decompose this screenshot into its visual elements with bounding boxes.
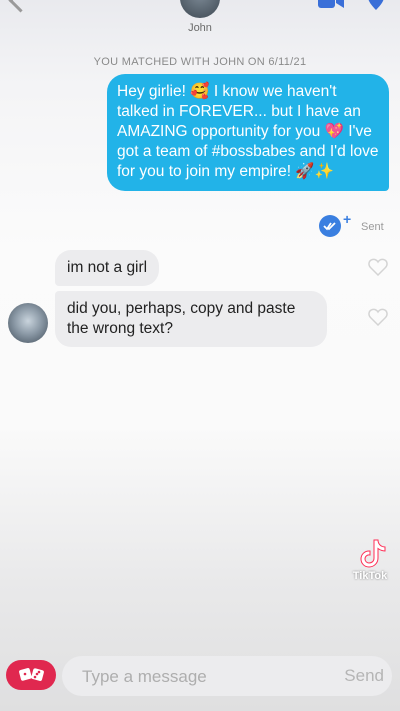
shield-icon[interactable]	[366, 0, 386, 10]
video-camera-icon[interactable]	[318, 0, 344, 8]
tiktok-logo-icon	[360, 539, 386, 568]
heart-icon[interactable]	[368, 258, 388, 276]
outgoing-message-bubble[interactable]: Hey girlie! 🥰 I know we haven't talked i…	[107, 74, 389, 191]
read-receipt-icon	[319, 215, 341, 237]
match-avatar[interactable]	[180, 0, 220, 18]
match-notice: YOU MATCHED WITH JOHN ON 6/11/21	[93, 56, 307, 68]
message-status: Sent	[361, 221, 384, 233]
incoming-message-bubble[interactable]: did you, perhaps, copy and paste the wro…	[55, 291, 327, 347]
send-button[interactable]: Send	[344, 666, 384, 686]
chevron-left-icon[interactable]	[8, 0, 33, 13]
heart-icon[interactable]	[368, 308, 388, 326]
chat-header: John	[0, 0, 400, 44]
incoming-message-bubble[interactable]: im not a girl	[55, 250, 160, 286]
plus-icon[interactable]: +	[343, 211, 351, 227]
gif-button[interactable]	[6, 660, 56, 690]
tiktok-brand: TikTok	[352, 570, 388, 582]
match-name[interactable]: John	[0, 22, 400, 34]
double-check-icon	[323, 222, 336, 231]
message-composer: Send	[62, 656, 392, 696]
message-input[interactable]	[80, 664, 304, 690]
tiktok-watermark: TikTok	[348, 538, 392, 598]
sender-avatar[interactable]	[8, 303, 48, 343]
dice-icon	[19, 668, 44, 681]
